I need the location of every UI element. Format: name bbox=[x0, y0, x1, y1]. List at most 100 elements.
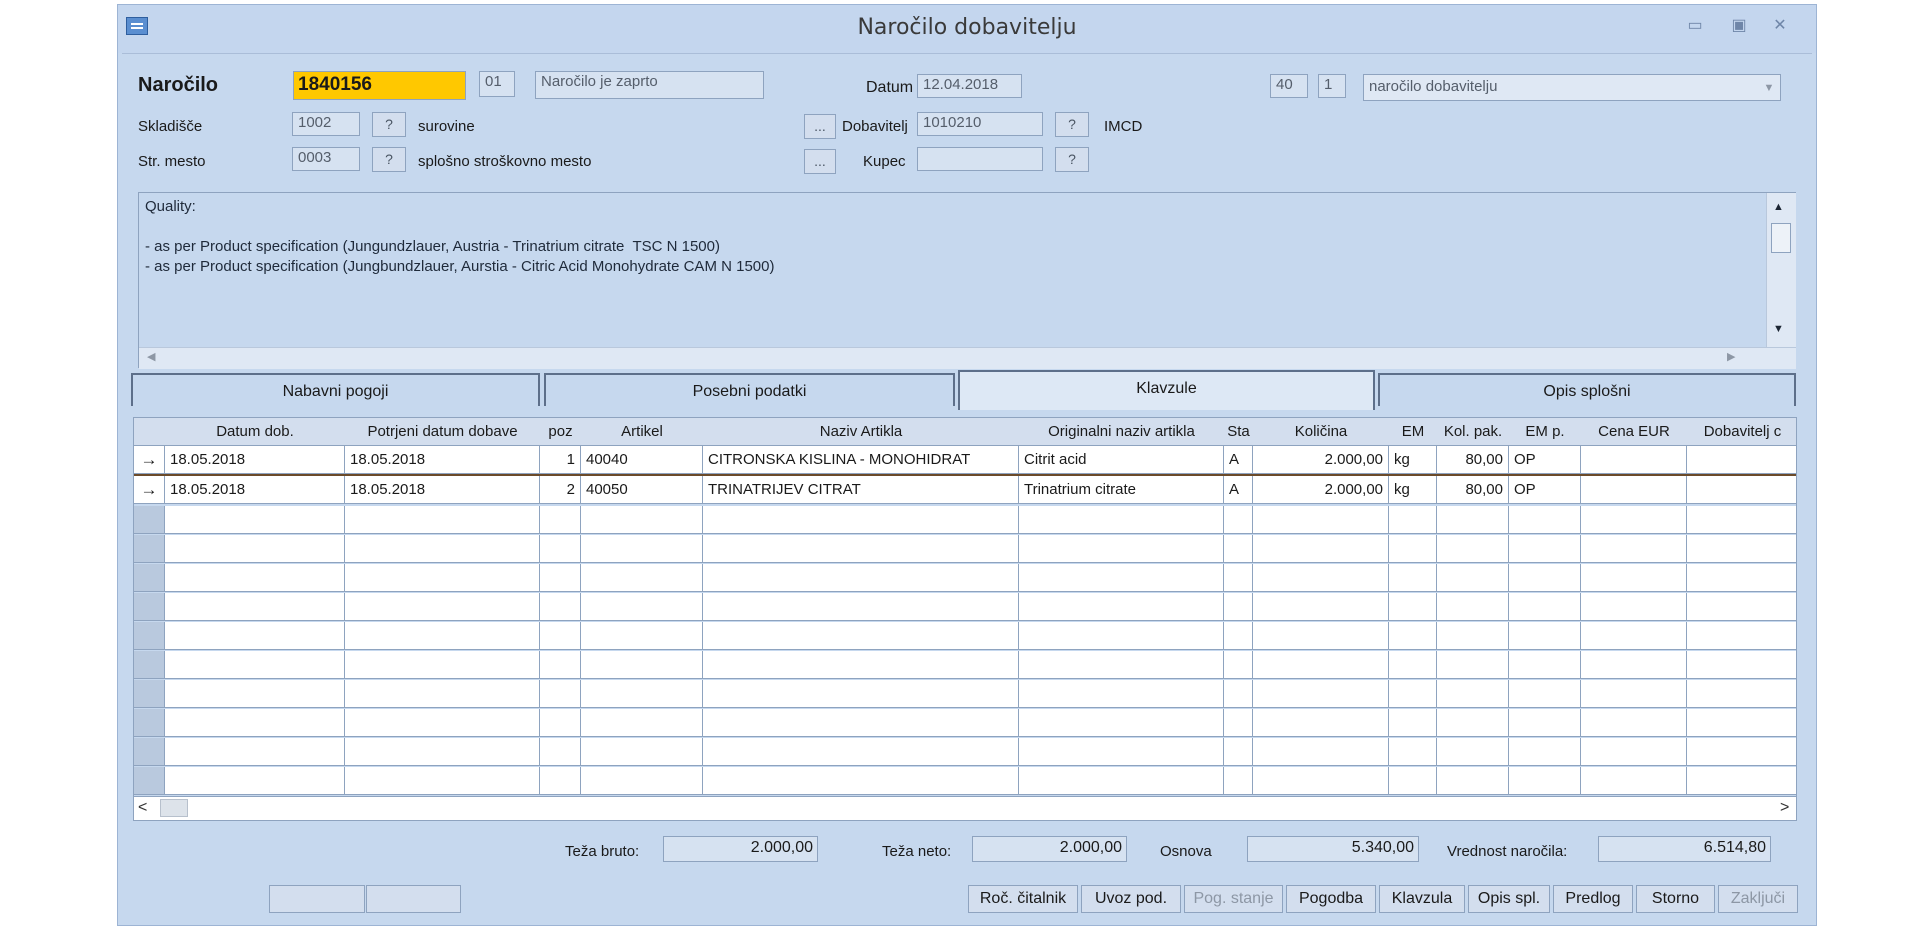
empty-cell[interactable] bbox=[1224, 680, 1253, 708]
table-row[interactable] bbox=[134, 506, 1796, 534]
type-number-field[interactable]: 40 bbox=[1270, 74, 1308, 98]
empty-cell[interactable] bbox=[1019, 622, 1224, 650]
column-header[interactable]: Originalni naziv artikla bbox=[1019, 418, 1225, 446]
scroll-right-icon[interactable]: ▶ bbox=[1727, 350, 1735, 363]
empty-cell[interactable] bbox=[1019, 709, 1224, 737]
column-header[interactable]: Količina bbox=[1253, 418, 1390, 446]
cancel-order-button[interactable]: Storno bbox=[1636, 885, 1715, 913]
empty-cell[interactable] bbox=[540, 622, 581, 650]
empty-cell[interactable] bbox=[165, 564, 345, 592]
clause-button[interactable]: Klavzula bbox=[1379, 885, 1465, 913]
empty-cell[interactable] bbox=[345, 709, 540, 737]
empty-cell[interactable] bbox=[165, 506, 345, 534]
empty-cell[interactable] bbox=[1019, 535, 1224, 563]
contract-status-button[interactable]: Pog. stanje bbox=[1184, 885, 1283, 913]
empty-cell[interactable] bbox=[703, 709, 1019, 737]
empty-cell[interactable] bbox=[345, 593, 540, 621]
table-row[interactable] bbox=[134, 564, 1796, 592]
empty-cell[interactable] bbox=[1019, 767, 1224, 795]
scroll-left-icon[interactable]: < bbox=[138, 799, 147, 817]
empty-cell[interactable] bbox=[345, 651, 540, 679]
empty-cell[interactable] bbox=[1581, 622, 1687, 650]
column-header[interactable]: Kol. pak. bbox=[1437, 418, 1510, 446]
empty-cell[interactable] bbox=[345, 680, 540, 708]
empty-cell[interactable] bbox=[1019, 651, 1224, 679]
empty-cell[interactable] bbox=[540, 564, 581, 592]
empty-cell[interactable] bbox=[581, 680, 703, 708]
empty-cell[interactable] bbox=[1437, 651, 1509, 679]
empty-cell[interactable] bbox=[703, 506, 1019, 534]
cost-center-lookup-button[interactable]: ? bbox=[372, 147, 406, 172]
empty-cell[interactable] bbox=[1224, 593, 1253, 621]
close-order-button[interactable]: Zaključi bbox=[1718, 885, 1798, 913]
empty-cell[interactable] bbox=[703, 651, 1019, 679]
empty-cell[interactable] bbox=[1687, 593, 1796, 621]
tab-opis-splosni[interactable]: Opis splošni bbox=[1378, 373, 1796, 406]
supplier-field[interactable]: 1010210 bbox=[917, 112, 1043, 136]
date-field[interactable]: 12.04.2018 bbox=[917, 74, 1022, 98]
template-button[interactable]: Predlog bbox=[1553, 885, 1633, 913]
empty-cell[interactable] bbox=[703, 680, 1019, 708]
quality-memo[interactable]: Quality: - as per Product specification … bbox=[138, 192, 1796, 369]
empty-cell[interactable] bbox=[1389, 535, 1437, 563]
memo-vertical-scrollbar[interactable]: ▲ ▼ bbox=[1766, 193, 1796, 347]
column-header[interactable]: Datum dob. bbox=[165, 418, 346, 446]
scroll-down-icon[interactable]: ▼ bbox=[1773, 323, 1784, 335]
column-header[interactable]: Cena EUR bbox=[1581, 418, 1688, 446]
table-row[interactable] bbox=[134, 680, 1796, 708]
empty-cell[interactable] bbox=[1253, 651, 1389, 679]
empty-cell[interactable] bbox=[1253, 680, 1389, 708]
empty-cell[interactable] bbox=[1437, 680, 1509, 708]
scroll-thumb[interactable] bbox=[1771, 223, 1791, 253]
row-selector[interactable] bbox=[134, 535, 165, 563]
empty-cell[interactable] bbox=[1687, 767, 1796, 795]
row-marker-icon[interactable]: → bbox=[134, 476, 165, 504]
empty-cell[interactable] bbox=[703, 622, 1019, 650]
empty-cell[interactable] bbox=[581, 593, 703, 621]
empty-cell[interactable] bbox=[581, 767, 703, 795]
scroll-right-icon[interactable]: > bbox=[1780, 799, 1789, 817]
empty-cell[interactable] bbox=[1437, 622, 1509, 650]
empty-cell[interactable] bbox=[345, 506, 540, 534]
column-header[interactable]: EM bbox=[1389, 418, 1438, 446]
empty-cell[interactable] bbox=[1687, 506, 1796, 534]
empty-cell[interactable] bbox=[165, 593, 345, 621]
row-selector[interactable] bbox=[134, 738, 165, 766]
cell-naziv[interactable]: TRINATRIJEV CITRAT bbox=[703, 476, 1019, 504]
cell-dobavitelj[interactable] bbox=[1687, 476, 1796, 504]
cell-sta[interactable]: A bbox=[1224, 446, 1253, 474]
empty-cell[interactable] bbox=[1581, 506, 1687, 534]
empty-cell[interactable] bbox=[540, 767, 581, 795]
empty-cell[interactable] bbox=[1253, 535, 1389, 563]
customer-browse-button[interactable]: ... bbox=[804, 149, 836, 174]
empty-cell[interactable] bbox=[1389, 506, 1437, 534]
cell-potrjeni[interactable]: 18.05.2018 bbox=[345, 446, 540, 474]
empty-cell[interactable] bbox=[1509, 622, 1581, 650]
cell-original[interactable]: Citrit acid bbox=[1019, 446, 1224, 474]
empty-cell[interactable] bbox=[1509, 564, 1581, 592]
cell-artikel[interactable]: 40040 bbox=[581, 446, 703, 474]
empty-cell[interactable] bbox=[1437, 535, 1509, 563]
table-row[interactable] bbox=[134, 651, 1796, 679]
empty-cell[interactable] bbox=[1687, 738, 1796, 766]
empty-cell[interactable] bbox=[1437, 593, 1509, 621]
table-row[interactable]: → 18.05.2018 18.05.2018 1 40040 CITRONSK… bbox=[134, 446, 1796, 474]
memo-horizontal-scrollbar[interactable]: ◀ ▶ bbox=[139, 347, 1796, 369]
table-row[interactable] bbox=[134, 535, 1796, 563]
cell-datum[interactable]: 18.05.2018 bbox=[165, 446, 345, 474]
empty-cell[interactable] bbox=[1509, 709, 1581, 737]
empty-cell[interactable] bbox=[1389, 651, 1437, 679]
empty-cell[interactable] bbox=[1437, 564, 1509, 592]
empty-cell[interactable] bbox=[581, 506, 703, 534]
empty-cell[interactable] bbox=[345, 564, 540, 592]
row-selector[interactable] bbox=[134, 622, 165, 650]
empty-cell[interactable] bbox=[1437, 767, 1509, 795]
empty-cell[interactable] bbox=[581, 564, 703, 592]
empty-cell[interactable] bbox=[345, 535, 540, 563]
cell-artikel[interactable]: 40050 bbox=[581, 476, 703, 504]
cell-emp[interactable]: OP bbox=[1509, 446, 1581, 474]
contract-button[interactable]: Pogodba bbox=[1286, 885, 1376, 913]
table-row[interactable] bbox=[134, 593, 1796, 621]
empty-cell[interactable] bbox=[1437, 709, 1509, 737]
scroll-up-icon[interactable]: ▲ bbox=[1773, 201, 1784, 213]
